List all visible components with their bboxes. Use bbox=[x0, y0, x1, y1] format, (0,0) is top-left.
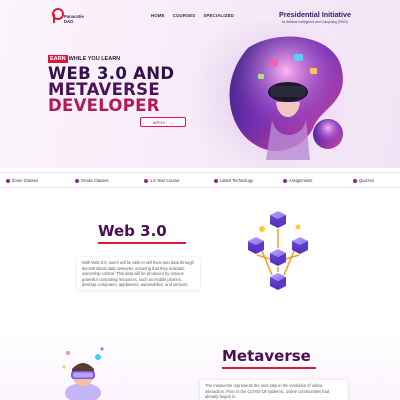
metaverse-description-card: The metaverse represents the next step i… bbox=[200, 380, 348, 400]
main-nav: HOME COURSES SPECIALIZED bbox=[151, 13, 234, 18]
feature-course-duration: 1.5 Year Course bbox=[144, 178, 179, 183]
feature-latest-technology: Latest Technology bbox=[214, 178, 253, 183]
metaverse-description-text: The metaverse represents the next step i… bbox=[205, 383, 330, 400]
initiative-subtitle: for Artificial Intelligence and Computin… bbox=[281, 20, 349, 24]
cube-top bbox=[270, 211, 286, 228]
metaverse-heading: Metaverse bbox=[222, 347, 311, 365]
vr-headset-hero-illustration bbox=[229, 36, 343, 160]
logo-mark-icon bbox=[52, 8, 64, 23]
feature-label: Quizzes bbox=[359, 178, 374, 183]
feature-label: Zoom Classes bbox=[12, 178, 39, 183]
chip-icon bbox=[214, 178, 218, 183]
logo-text-bottom: DAO bbox=[64, 19, 74, 24]
web3-heading-underline bbox=[98, 242, 186, 245]
nav-courses[interactable]: COURSES bbox=[173, 13, 196, 18]
feature-label: Latest Technology bbox=[220, 178, 253, 183]
clipboard-icon bbox=[283, 178, 287, 183]
feature-quizzes: Quizzes bbox=[353, 178, 374, 183]
vr-user-illustration bbox=[62, 347, 104, 400]
initiative-block: Presidential Initiative for Artificial I… bbox=[272, 10, 358, 24]
initiative-title: Presidential Initiative bbox=[279, 10, 351, 19]
arrow-right-icon: → bbox=[169, 119, 174, 125]
feature-onsite-classes: Onsite Classes bbox=[75, 178, 109, 183]
nav-specialized[interactable]: SPECIALIZED bbox=[203, 13, 234, 18]
apply-button[interactable]: APPLY → bbox=[140, 117, 186, 127]
web3-description-card: With Web 3.0, users will be able to sell… bbox=[77, 257, 200, 290]
building-icon bbox=[75, 178, 79, 183]
web3-description-text: With Web 3.0, users will be able to sell… bbox=[82, 260, 194, 288]
features-strip: Zoom Classes Onsite Classes 1.5 Year Cou… bbox=[0, 172, 400, 188]
calendar-icon bbox=[144, 178, 148, 183]
web3-heading: Web 3.0 bbox=[98, 222, 167, 240]
earn-badge: EARN bbox=[48, 55, 68, 63]
blockchain-cubes-illustration bbox=[248, 211, 308, 290]
feature-label: Onsite Classes bbox=[81, 178, 109, 183]
feature-zoom-classes: Zoom Classes bbox=[6, 178, 38, 183]
feature-label: Assignments bbox=[289, 178, 313, 183]
quiz-icon bbox=[353, 178, 357, 183]
metaverse-heading-underline bbox=[222, 367, 316, 370]
site-logo[interactable]: Panacotie DAO bbox=[52, 6, 98, 30]
earn-tagline: EARN WHILE YOU LEARN bbox=[48, 55, 120, 63]
earn-tagline-text: WHILE YOU LEARN bbox=[68, 56, 121, 62]
video-icon bbox=[6, 178, 10, 183]
feature-assignments: Assignments bbox=[283, 178, 312, 183]
feature-label: 1.5 Year Course bbox=[150, 178, 180, 183]
nav-home[interactable]: HOME bbox=[151, 13, 165, 18]
apply-button-label: APPLY bbox=[152, 119, 166, 125]
hero-title-line-3: DEVELOPER bbox=[48, 96, 160, 115]
hero-section: Panacotie DAO HOME COURSES SPECIALIZED P… bbox=[0, 0, 400, 168]
